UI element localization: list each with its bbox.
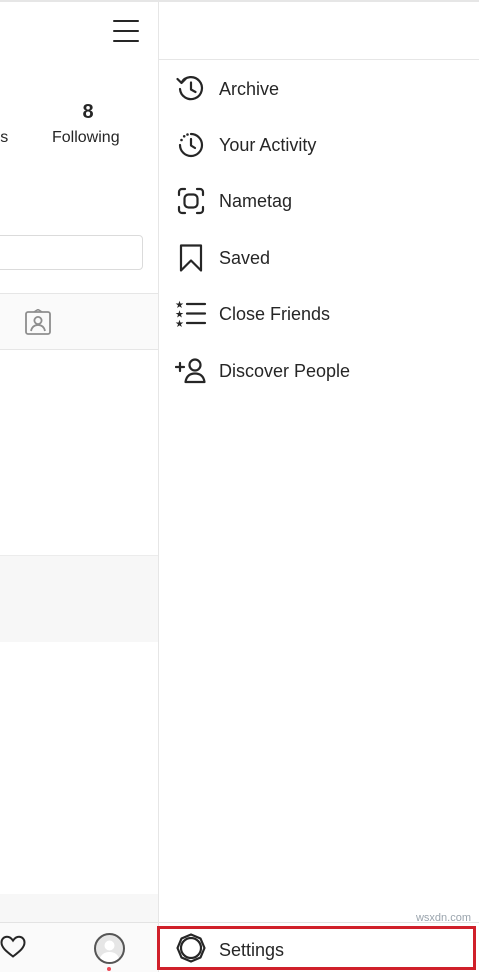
menu-label-nametag: Nametag: [219, 190, 293, 211]
top-divider: [0, 0, 158, 2]
profile-tab-bar: [0, 293, 158, 350]
following-label[interactable]: Following: [52, 129, 120, 147]
menu-item-discover-people[interactable]: Discover People: [159, 343, 479, 399]
notification-dot: [107, 967, 111, 971]
suggestions-section: [0, 555, 158, 642]
tagged-photos-icon[interactable]: [24, 309, 52, 337]
posts-area: [0, 350, 158, 555]
content-band: [0, 894, 158, 922]
edit-profile-button[interactable]: [0, 235, 143, 270]
menu-label-archive: Archive: [219, 78, 280, 99]
menu-label-your-activity: Your Activity: [219, 134, 317, 155]
menu-item-archive[interactable]: Archive: [159, 61, 479, 117]
heart-icon[interactable]: [0, 935, 26, 959]
settings-button[interactable]: Settings: [159, 922, 479, 972]
menu-item-nametag[interactable]: Nametag: [159, 173, 479, 229]
menu-label-close-friends: Close Friends: [219, 303, 331, 324]
menu-label-discover-people: Discover People: [219, 360, 351, 381]
activity-icon: [175, 129, 207, 161]
svg-text:★: ★: [175, 319, 184, 329]
menu-item-your-activity[interactable]: Your Activity: [159, 117, 479, 173]
menu-item-saved[interactable]: Saved: [159, 230, 479, 286]
following-count[interactable]: 8: [78, 101, 98, 124]
bottom-navigation: [0, 922, 158, 972]
close-friends-icon: ★ ★ ★: [175, 298, 207, 330]
profile-pane: ers 8 Following: [0, 0, 158, 972]
menu-label-saved: Saved: [219, 247, 271, 268]
settings-label: Settings: [219, 940, 285, 960]
profile-avatar[interactable]: [94, 933, 125, 964]
watermark-text: wsxdn.com: [415, 912, 471, 924]
drawer-header: [159, 0, 479, 60]
add-person-icon: [175, 355, 207, 387]
settings-gear-icon: [175, 932, 207, 964]
bookmark-icon: [175, 242, 207, 274]
profile-content-area: [0, 642, 158, 894]
menu-drawer: Archive Your Activity Nametag Saved ★ ★ …: [158, 0, 479, 972]
archive-icon: [175, 73, 207, 105]
followers-label[interactable]: ers: [0, 129, 8, 147]
menu-item-close-friends[interactable]: ★ ★ ★ Close Friends: [159, 286, 479, 342]
nametag-icon: [175, 185, 207, 217]
menu-hamburger-icon[interactable]: [113, 19, 139, 43]
